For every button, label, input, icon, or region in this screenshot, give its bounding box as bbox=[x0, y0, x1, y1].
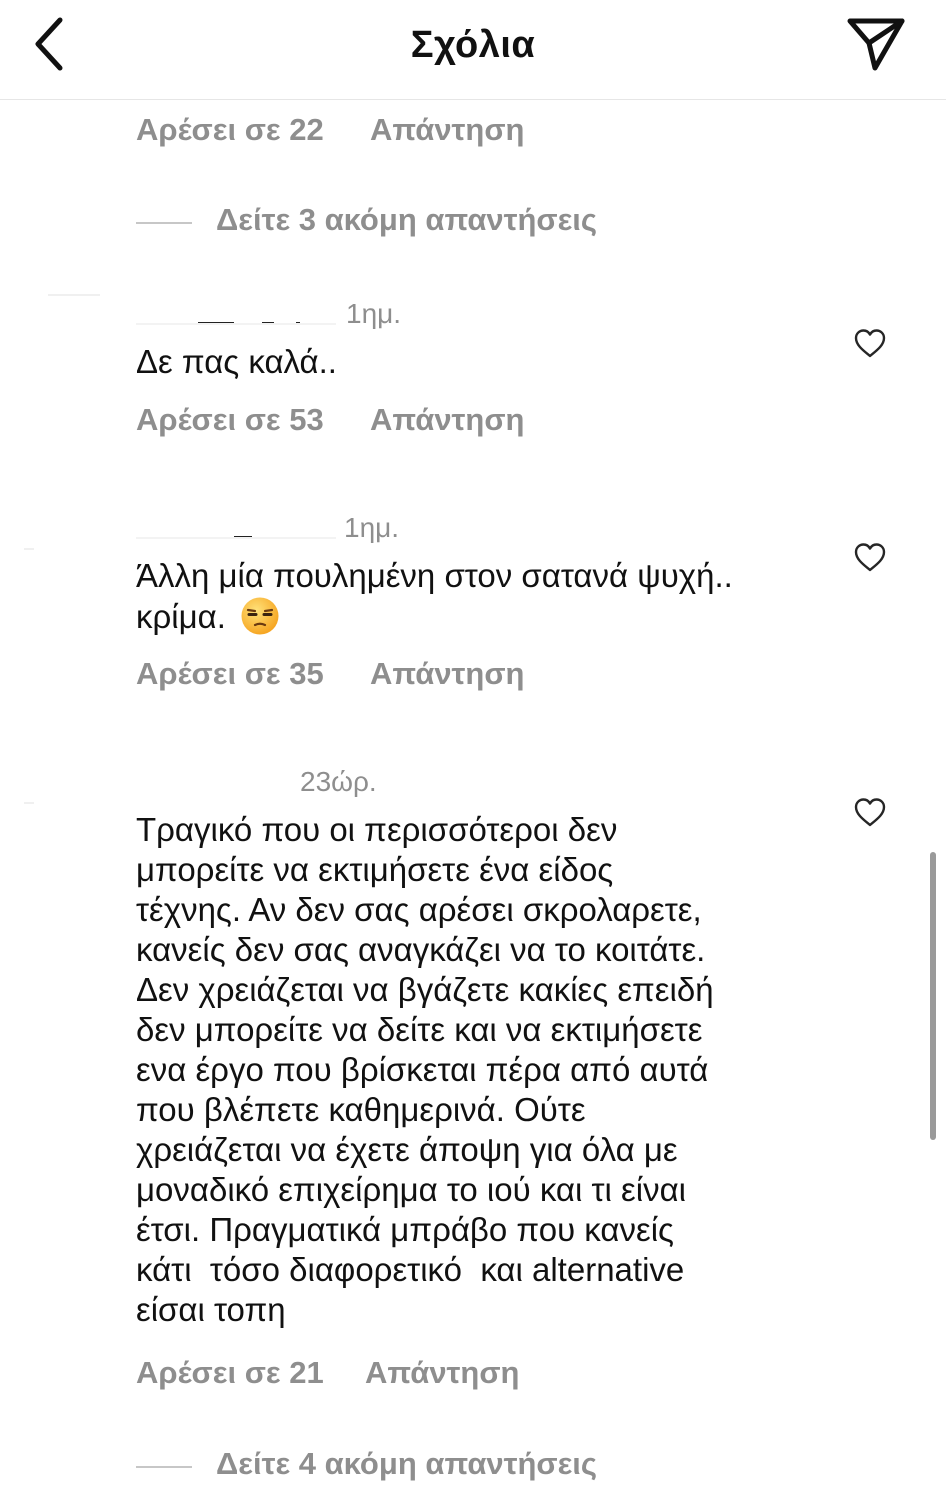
heart-outline-icon[interactable] bbox=[853, 327, 887, 359]
comment-time: 23ώρ. bbox=[300, 766, 377, 797]
avatar-placeholder bbox=[24, 802, 34, 804]
comment-time: 1ημ. bbox=[346, 298, 402, 329]
reply-button[interactable]: Απάντηση bbox=[370, 402, 524, 438]
header-bar: Σχόλια bbox=[0, 0, 946, 100]
likes-count[interactable]: Αρέσει σε 53 bbox=[136, 402, 324, 438]
view-more-label: Δείτε 4 ακόμη απαντήσεις bbox=[216, 1446, 598, 1481]
comment-text: Άλλη μία πουλημένη στον σατανά ψυχή.. κρ… bbox=[136, 556, 816, 637]
divider-line bbox=[136, 222, 192, 224]
comment-text: Δε πας καλά.. bbox=[136, 343, 337, 380]
username-redacted[interactable] bbox=[136, 510, 336, 540]
view-more-replies[interactable]: Δείτε 3 ακόμη απαντήσεις bbox=[136, 202, 656, 242]
reply-button[interactable]: Απάντηση bbox=[370, 112, 524, 148]
scrollbar[interactable] bbox=[930, 852, 936, 1140]
redacted-line bbox=[136, 323, 336, 325]
reply-button[interactable]: Απάντηση bbox=[370, 656, 524, 692]
avatar-placeholder bbox=[24, 548, 34, 550]
paper-plane-icon bbox=[847, 18, 905, 71]
comment-time: 1ημ. bbox=[344, 512, 400, 543]
heart-outline-icon[interactable] bbox=[853, 796, 887, 828]
username-redacted[interactable] bbox=[136, 296, 336, 326]
page-title: Σχόλια bbox=[410, 24, 536, 66]
comment-text: Τραγικό που οι περισσότεροι δεν μπορείτε… bbox=[136, 811, 714, 1328]
likes-count[interactable]: Αρέσει σε 22 bbox=[136, 112, 324, 148]
likes-count[interactable]: Αρέσει σε 21 bbox=[136, 1355, 324, 1391]
likes-count[interactable]: Αρέσει σε 35 bbox=[136, 656, 324, 692]
comment-text-content: Άλλη μία πουλημένη στον σατανά ψυχή.. κρ… bbox=[136, 557, 733, 635]
avatar-placeholder bbox=[48, 294, 100, 296]
share-button[interactable] bbox=[844, 14, 908, 74]
heart-outline-icon[interactable] bbox=[853, 541, 887, 573]
reply-button[interactable]: Απάντηση bbox=[365, 1355, 519, 1391]
view-more-replies[interactable]: Δείτε 4 ακόμη απαντήσεις bbox=[136, 1446, 656, 1486]
divider-line bbox=[136, 1466, 192, 1468]
redacted-line bbox=[136, 537, 336, 539]
unamused-face-icon bbox=[241, 597, 279, 635]
username-redacted[interactable] bbox=[136, 764, 286, 794]
view-more-label: Δείτε 3 ακόμη απαντήσεις bbox=[216, 202, 598, 237]
